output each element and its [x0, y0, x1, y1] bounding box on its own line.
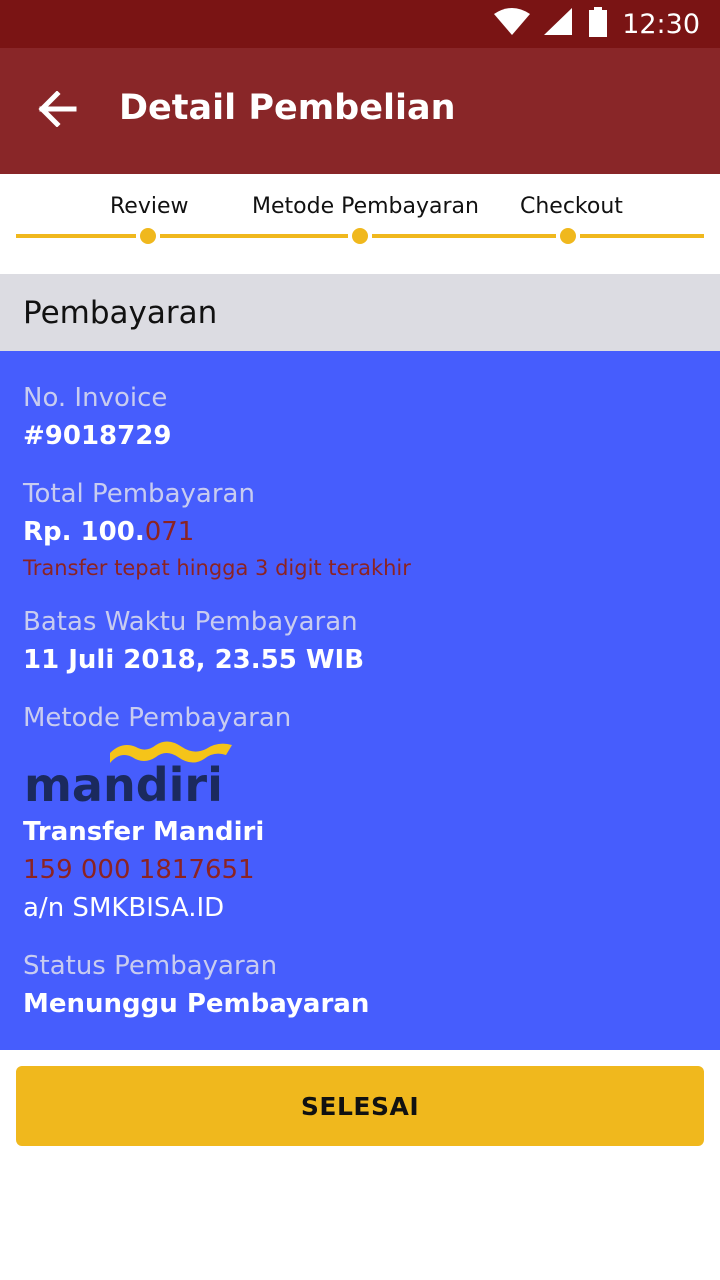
total-value: Rp. 100.071	[23, 517, 194, 547]
step-line	[580, 234, 704, 238]
step-payment-method-dot	[352, 228, 368, 244]
total-note: Transfer tepat hingga 3 digit terakhir	[23, 556, 411, 580]
status-icons: 12:30	[494, 0, 700, 48]
battery-icon	[588, 6, 608, 42]
status-time: 12:30	[622, 8, 700, 40]
step-review-dot	[140, 228, 156, 244]
finish-button[interactable]: SELESAI	[16, 1066, 704, 1146]
status-label: Status Pembayaran	[23, 951, 278, 981]
payment-details-panel: No. Invoice #9018729 Total Pembayaran Rp…	[0, 351, 720, 1050]
wifi-icon	[494, 7, 531, 41]
step-review-label: Review	[110, 194, 189, 219]
step-line	[372, 234, 556, 238]
status-bar: 12:30	[0, 0, 720, 48]
account-name: a/n SMKBISA.ID	[23, 893, 225, 923]
signal-icon	[544, 7, 574, 41]
method-label: Metode Pembayaran	[23, 703, 292, 733]
back-button[interactable]	[30, 84, 84, 138]
invoice-value: #9018729	[23, 421, 172, 451]
arrow-left-icon	[37, 89, 77, 132]
invoice-label: No. Invoice	[23, 383, 168, 413]
step-line	[16, 234, 136, 238]
section-title: Pembayaran	[23, 295, 218, 331]
bank-method: Transfer Mandiri	[23, 817, 265, 847]
deadline-label: Batas Waktu Pembayaran	[23, 607, 358, 637]
total-value-main: Rp. 100.	[23, 517, 145, 547]
step-payment-method-label: Metode Pembayaran	[252, 194, 479, 219]
section-header: Pembayaran	[0, 274, 720, 351]
deadline-value: 11 Juli 2018, 23.55 WIB	[23, 645, 365, 675]
total-label: Total Pembayaran	[23, 479, 255, 509]
step-line	[160, 234, 348, 238]
account-number: 159 000 1817651	[23, 855, 255, 885]
status-value: Menunggu Pembayaran	[23, 989, 370, 1019]
checkout-stepper: Review Metode Pembayaran Checkout	[0, 174, 720, 274]
page-title: Detail Pembelian	[119, 88, 456, 128]
mandiri-logo-text: mandiri	[24, 758, 223, 811]
mandiri-logo: mandiri	[22, 739, 242, 812]
step-checkout-label: Checkout	[520, 194, 623, 219]
total-value-unique-digits: 071	[144, 517, 195, 547]
app-bar: Detail Pembelian	[0, 48, 720, 174]
step-checkout-dot	[560, 228, 576, 244]
